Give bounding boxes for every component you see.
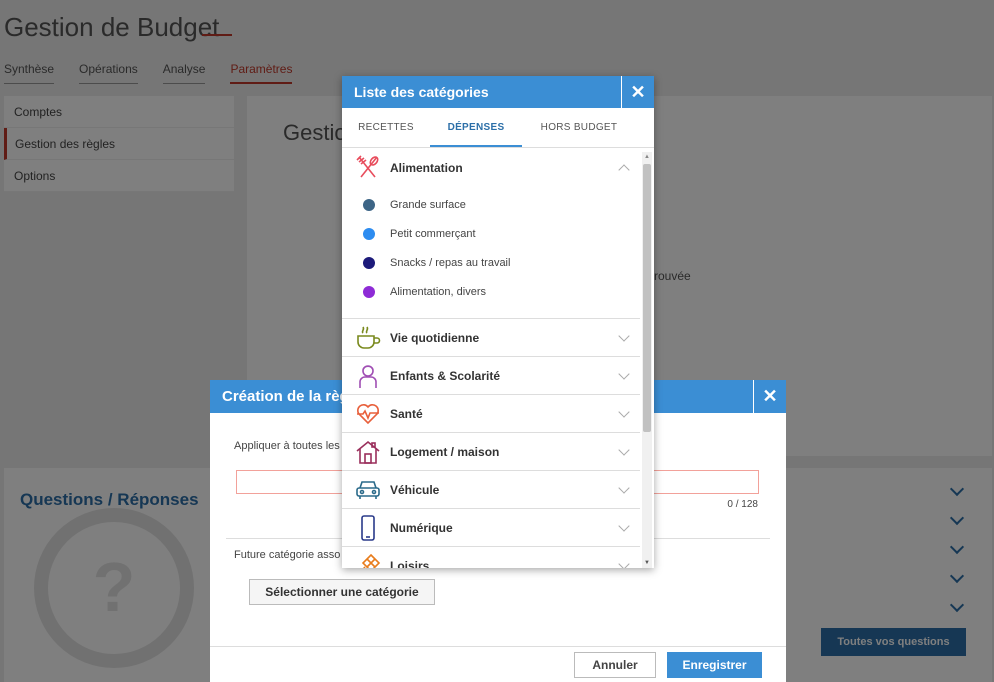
category-vehicule[interactable]: Véhicule	[342, 471, 640, 508]
fork-knife-icon	[354, 154, 382, 182]
category-label: Vie quotidienne	[390, 330, 480, 345]
subcategory-list: Grande surface Petit commerçant Snacks /…	[342, 186, 640, 318]
subcategory-item[interactable]: Petit commerçant	[342, 219, 640, 248]
scroll-thumb[interactable]	[643, 164, 651, 432]
heart-pulse-icon	[354, 400, 382, 428]
category-sante[interactable]: Santé	[342, 395, 640, 432]
category-loisirs[interactable]: Loisirs	[342, 547, 640, 568]
category-list: Alimentation Grande surface Petit commer…	[342, 149, 640, 568]
color-dot	[363, 285, 375, 298]
close-icon[interactable]: ✕	[753, 380, 786, 413]
category-label: Véhicule	[390, 482, 440, 497]
tab-hors-budget[interactable]: HORS BUDGET	[522, 108, 636, 147]
category-group: Numérique	[342, 509, 640, 547]
subcategory-label: Alimentation, divers	[390, 285, 486, 298]
category-group: Santé	[342, 395, 640, 433]
subcategory-label: Petit commerçant	[390, 227, 476, 240]
apply-label: Appliquer à toutes les	[234, 440, 340, 452]
categories-modal: Liste des catégories ✕ RECETTES DÉPENSES…	[342, 76, 654, 568]
subcategory-item[interactable]: Alimentation, divers	[342, 277, 640, 306]
footer-divider	[210, 646, 786, 647]
category-tabs: RECETTES DÉPENSES HORS BUDGET	[342, 108, 654, 148]
tab-recettes[interactable]: RECETTES	[342, 108, 430, 147]
category-vie-quotidienne[interactable]: Vie quotidienne	[342, 319, 640, 356]
scroll-up-icon[interactable]: ▲	[644, 154, 650, 160]
category-group: Logement / maison	[342, 433, 640, 471]
category-label: Enfants & Scolarité	[390, 368, 501, 383]
future-category-label: Future catégorie asso	[234, 549, 341, 561]
category-group: Alimentation Grande surface Petit commer…	[342, 149, 640, 319]
category-group: Vie quotidienne	[342, 319, 640, 357]
house-icon	[354, 438, 382, 466]
kite-icon	[354, 552, 382, 568]
chevron-down-icon[interactable]	[618, 330, 630, 342]
category-group: Loisirs	[342, 547, 640, 568]
chevron-down-icon[interactable]	[618, 482, 630, 494]
scroll-down-icon[interactable]: ▼	[644, 560, 650, 566]
save-button[interactable]: Enregistrer	[667, 652, 762, 678]
category-label: Loisirs	[390, 558, 430, 569]
subcategory-item[interactable]: Grande surface	[342, 190, 640, 219]
chevron-down-icon[interactable]	[618, 406, 630, 418]
scrollbar[interactable]: ▲ ▼	[642, 152, 652, 568]
car-icon	[354, 476, 382, 504]
phone-icon	[354, 514, 382, 542]
select-category-button[interactable]: Sélectionner une catégorie	[249, 579, 435, 605]
category-enfants[interactable]: Enfants & Scolarité	[342, 357, 640, 394]
category-label: Santé	[390, 406, 423, 421]
chevron-down-icon[interactable]	[618, 558, 630, 568]
category-numerique[interactable]: Numérique	[342, 509, 640, 546]
category-label: Logement / maison	[390, 444, 500, 459]
char-counter: 0 / 128	[727, 499, 758, 510]
categories-modal-title: Liste des catégories	[354, 84, 489, 100]
category-label: Alimentation	[390, 160, 463, 175]
category-alimentation[interactable]: Alimentation	[342, 149, 640, 186]
subcategory-label: Snacks / repas au travail	[390, 256, 511, 269]
coffee-cup-icon	[354, 324, 382, 352]
tab-depenses[interactable]: DÉPENSES	[430, 108, 522, 147]
color-dot	[363, 198, 375, 211]
subcategory-label: Grande surface	[390, 198, 466, 211]
chevron-down-icon[interactable]	[618, 444, 630, 456]
child-icon	[354, 362, 382, 390]
cancel-button[interactable]: Annuler	[574, 652, 656, 678]
category-group: Véhicule	[342, 471, 640, 509]
category-group: Enfants & Scolarité	[342, 357, 640, 395]
subcategory-item[interactable]: Snacks / repas au travail	[342, 248, 640, 277]
rule-modal-title: Création de la règ	[222, 388, 349, 405]
category-logement[interactable]: Logement / maison	[342, 433, 640, 470]
chevron-up-icon[interactable]	[618, 164, 630, 176]
color-dot	[363, 256, 375, 269]
color-dot	[363, 227, 375, 240]
categories-modal-header: Liste des catégories ✕	[342, 76, 654, 108]
close-icon[interactable]: ✕	[621, 76, 654, 108]
chevron-down-icon[interactable]	[618, 368, 630, 380]
chevron-down-icon[interactable]	[618, 520, 630, 532]
category-label: Numérique	[390, 520, 453, 535]
